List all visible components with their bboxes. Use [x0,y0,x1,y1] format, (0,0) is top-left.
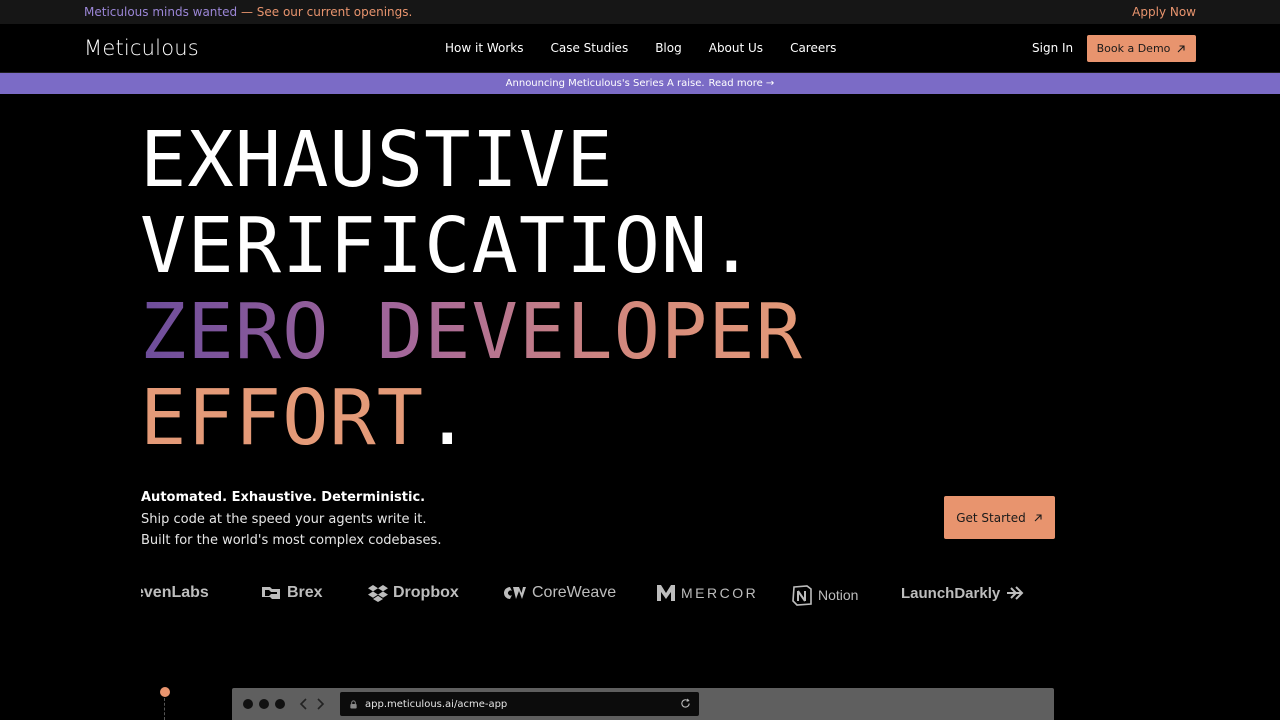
read-more-link[interactable]: Read more → [709,78,775,89]
hiring-message[interactable]: Meticulous minds wanted — See our curren… [84,5,412,19]
nav-link-case-studies[interactable]: Case Studies [551,41,629,55]
logo-notion: Notion [791,584,858,606]
nav-link-about-us[interactable]: About Us [709,41,763,55]
top-hiring-strip: Meticulous minds wanted — See our curren… [0,0,1280,24]
notion-icon [792,585,812,606]
logo-launchdarkly: LaunchDarkly [901,584,1025,602]
logo-mercor-text: MERCOR [681,585,759,601]
browser-window-dot [259,699,269,709]
logo-coreweave: CoreWeave [501,584,616,602]
browser-window-dot [243,699,253,709]
apply-now-link[interactable]: Apply Now [1132,5,1196,19]
get-started-label: Get Started [956,510,1026,525]
address-url: app.meticulous.ai/acme-app [365,698,508,710]
hero-tagline: Automated. Exhaustive. Deterministic. [141,490,426,505]
reload-icon[interactable] [680,698,691,709]
hero-line-1: EXHAUSTIVE [140,116,614,205]
timeline-dashed-line [164,698,165,720]
logo-dropbox-text: Dropbox [393,584,459,601]
brex-icon [262,587,280,599]
logo-brex-text: Brex [287,584,323,601]
arrow-up-right-icon [1034,513,1042,521]
hero-line-4: EFFORT. [140,376,803,462]
logo-elevenlabs-text: evenLabs [141,584,209,601]
hiring-message-dash: — [237,5,257,19]
nav-links: How it Works Case Studies Blog About Us … [445,41,863,55]
site-logo[interactable]: Meticulous [84,36,199,60]
browser-window-dot [275,699,285,709]
timeline-marker-dot [160,687,170,697]
logo-coreweave-text: CoreWeave [532,584,617,601]
get-started-button[interactable]: Get Started [944,496,1055,539]
lock-icon [350,699,357,709]
logo-mercor: MERCOR [656,584,758,602]
hero-subline-2: Built for the world's most complex codeb… [141,533,442,548]
hero-subline-1: Ship code at the speed your agents write… [141,511,427,527]
hero-line-2-text: VERIFICATION [140,202,709,291]
logo-brex: Brex [260,584,323,602]
nav-link-blog[interactable]: Blog [655,41,682,55]
hero-headline: EXHAUSTIVE VERIFICATION. ZERO DEVELOPER … [140,118,803,462]
nav-link-how-it-works[interactable]: How it Works [445,41,524,55]
announcement-bar: Announcing Meticulous's Series A raise. … [0,73,1280,94]
launchdarkly-icon [1007,586,1024,600]
chevron-right-icon[interactable] [315,697,325,711]
arrow-up-right-icon [1178,44,1185,52]
hiring-message-text: Meticulous minds wanted [84,5,238,19]
mercor-icon [657,585,675,601]
book-demo-button[interactable]: Book a Demo [1087,35,1196,62]
hero-line-2-dot: . [708,202,756,291]
logo-dropbox: Dropbox [368,584,459,602]
nav-link-careers[interactable]: Careers [790,41,836,55]
dropbox-icon [368,585,388,602]
logo-notion-text: Notion [818,587,859,603]
announcement-text: Announcing Meticulous's Series A raise. [505,78,705,89]
logo-launchdarkly-text: LaunchDarkly [901,584,1001,602]
openings-link[interactable]: See our current openings. [257,5,413,19]
customer-logos: evenLabs Brex Dropbox CoreWeave MERCOR N… [141,580,1041,610]
chevron-left-icon[interactable] [299,697,309,711]
hero-line-4-dot: . [424,374,472,463]
logo-elevenlabs: evenLabs [141,584,209,602]
browser-mockup: app.meticulous.ai/acme-app [232,688,1054,720]
hero-line-4-text: EFFORT [140,374,425,463]
sign-in-link[interactable]: Sign In [1032,41,1073,55]
main-navigation: Meticulous How it Works Case Studies Blo… [0,24,1280,73]
coreweave-icon [504,587,526,599]
hero-line-3: ZERO DEVELOPER [140,288,804,377]
address-bar[interactable]: app.meticulous.ai/acme-app [340,692,699,716]
book-demo-label: Book a Demo [1096,42,1171,55]
hero-line-2: VERIFICATION. [140,204,803,290]
hero-subcopy: Automated. Exhaustive. Deterministic. Sh… [141,487,441,552]
